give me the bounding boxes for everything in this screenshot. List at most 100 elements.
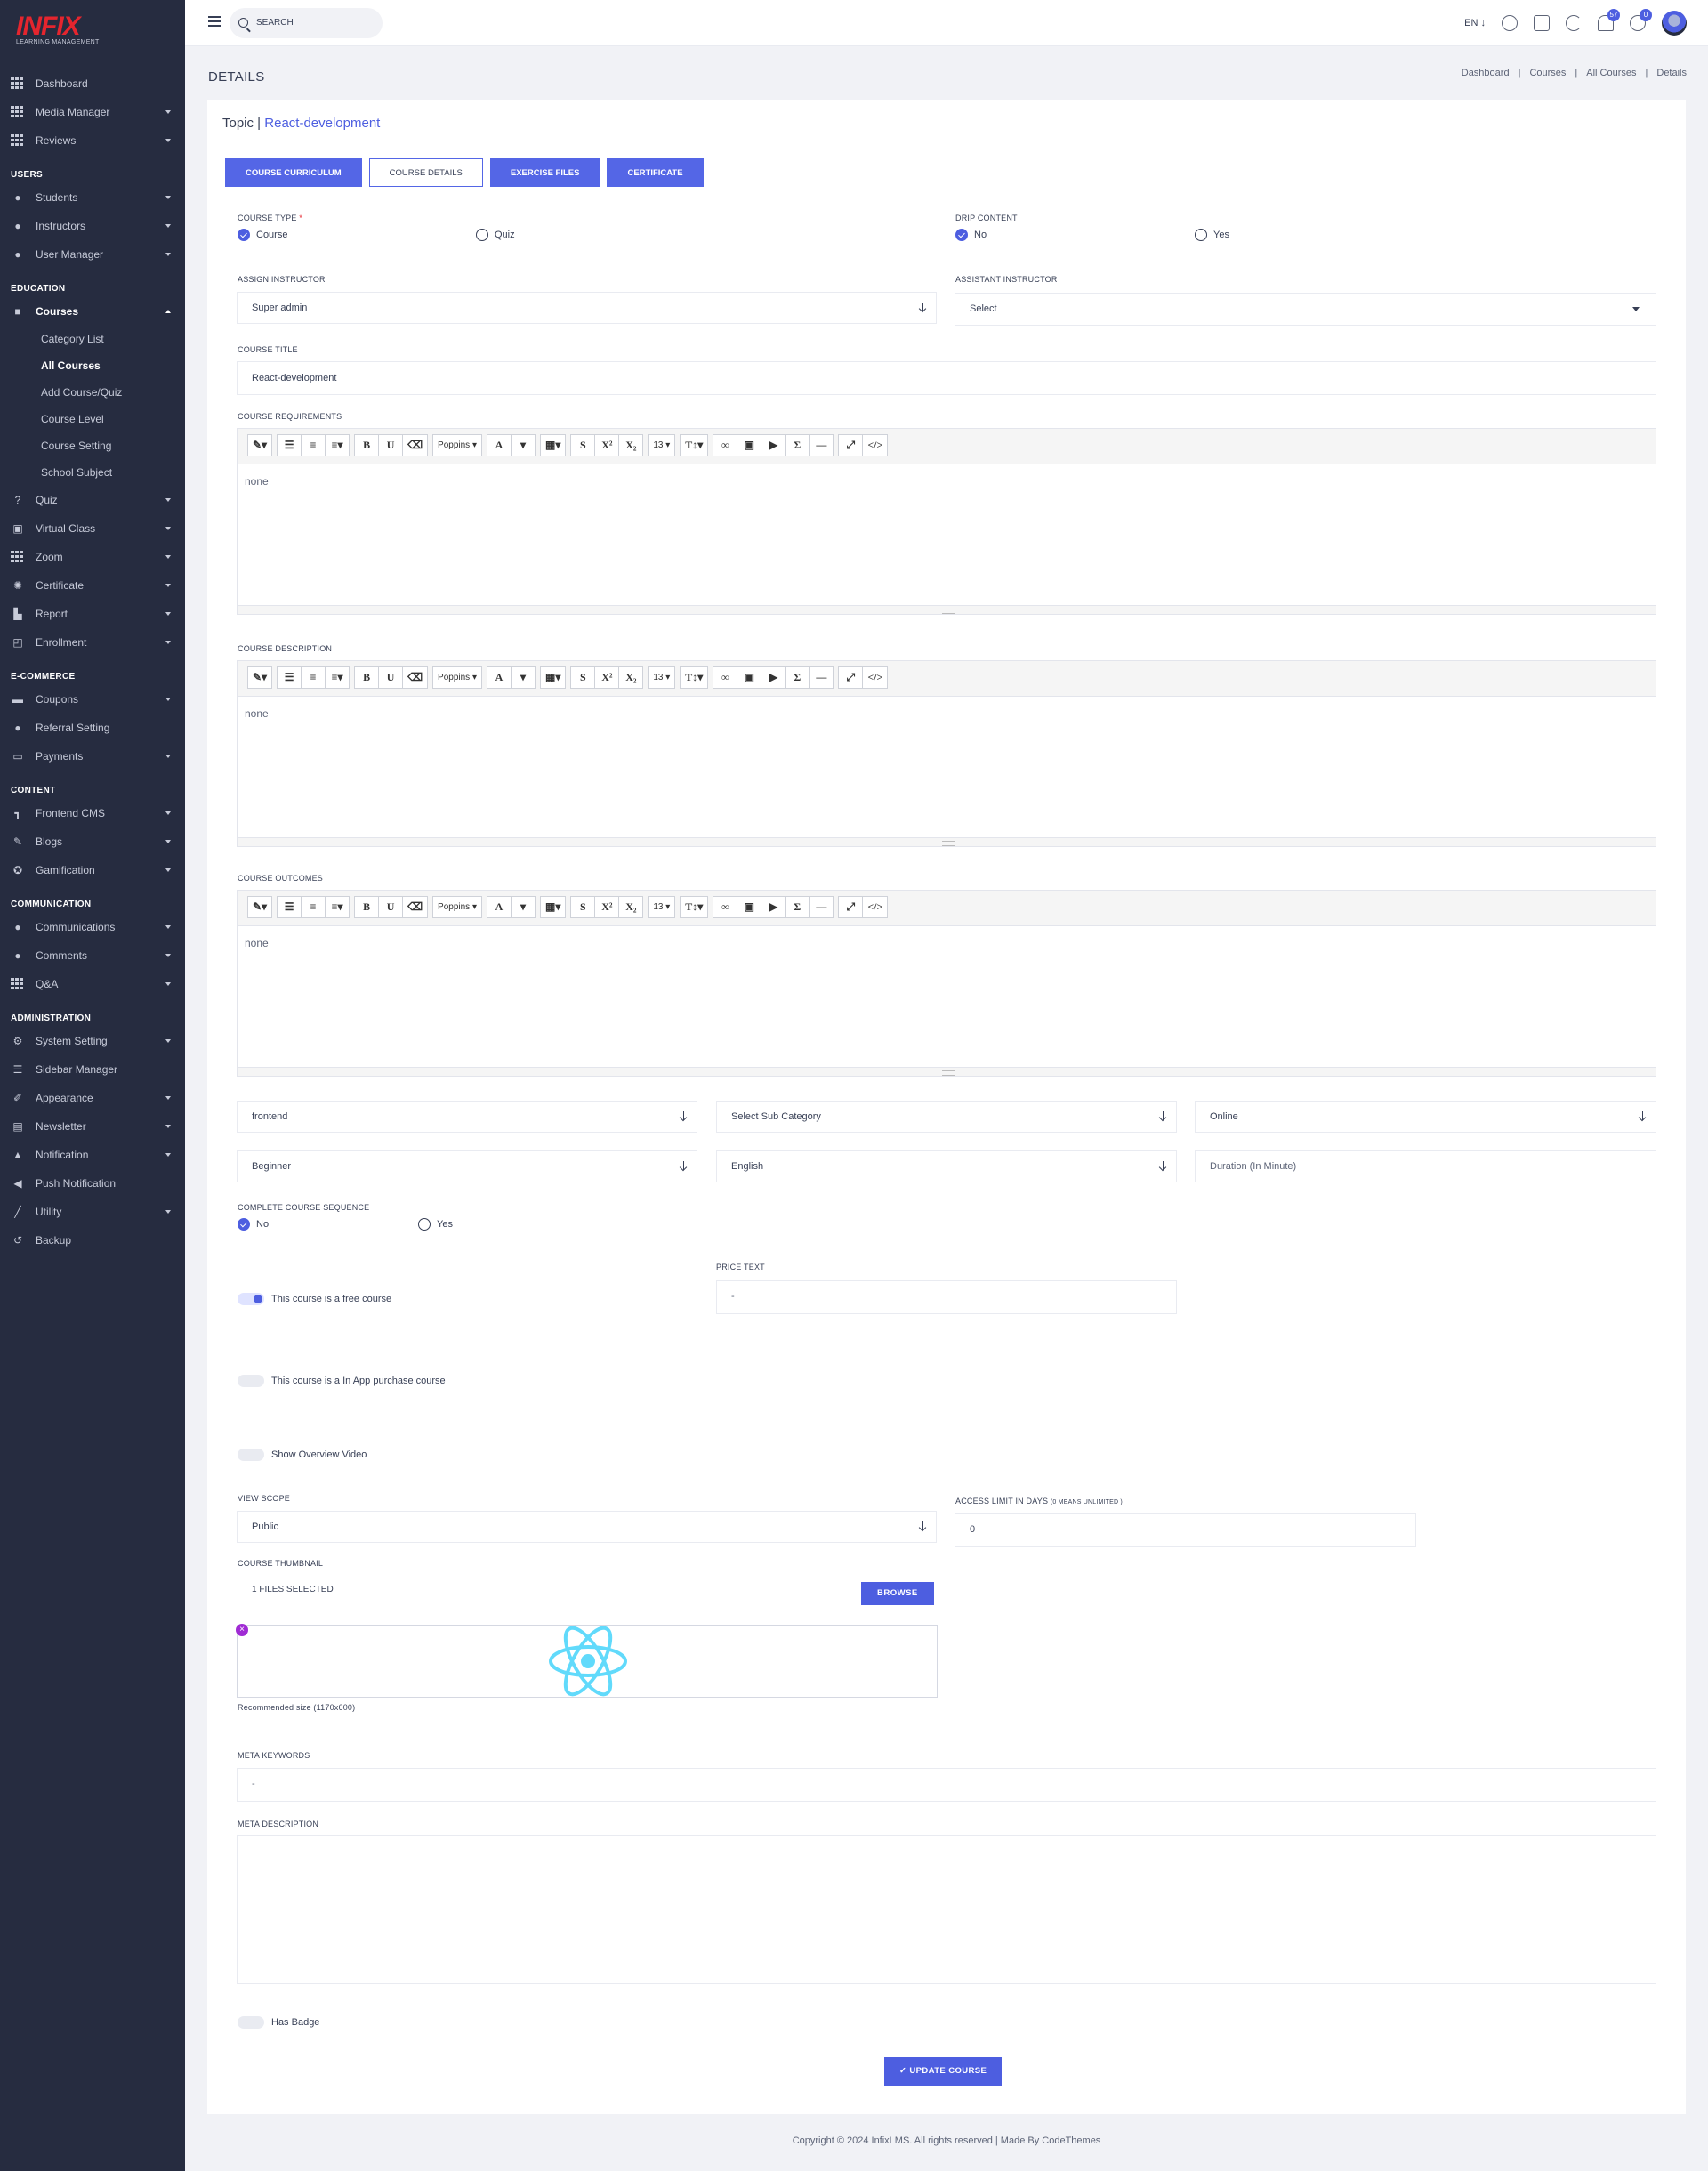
search-input[interactable]: SEARCH <box>230 8 383 38</box>
hr-icon[interactable]: — <box>809 434 834 456</box>
math-icon[interactable]: Σ <box>785 896 810 918</box>
sidebar-item-system-setting[interactable]: ⚙ System Setting <box>0 1027 185 1055</box>
math-icon[interactable]: Σ <box>785 666 810 689</box>
resize-handle[interactable] <box>238 837 1656 846</box>
superscript-icon[interactable]: X² <box>594 434 620 456</box>
color-dropdown-icon[interactable]: ▾ <box>510 896 536 918</box>
bold-icon[interactable]: B <box>354 896 380 918</box>
sidebar-item-reviews[interactable]: Reviews <box>0 126 185 155</box>
table-icon[interactable]: ▦▾ <box>539 434 567 456</box>
subscript-icon[interactable]: X₂ <box>618 666 644 689</box>
sidebar-item-comments[interactable]: ● Comments <box>0 941 185 970</box>
align-icon[interactable]: ≡▾ <box>325 434 350 456</box>
code-view-icon[interactable]: </> <box>862 434 889 456</box>
link-icon[interactable]: ∞ <box>713 434 738 456</box>
sidebar-item-user-manager[interactable]: ● User Manager <box>0 240 185 269</box>
unordered-list-icon[interactable]: ☰ <box>277 434 302 456</box>
course-type-course-radio[interactable]: Course <box>238 229 287 241</box>
message-icon[interactable]: 0 <box>1630 9 1652 31</box>
sidebar-item-sidebar-manager[interactable]: ☰ Sidebar Manager <box>0 1055 185 1084</box>
font-size-select[interactable]: 13 ▾ <box>648 896 676 918</box>
sidebar-item-qa[interactable]: Q&A <box>0 970 185 998</box>
moon-icon[interactable] <box>1566 15 1582 31</box>
link-icon[interactable]: ∞ <box>713 896 738 918</box>
sidebar-sub-course-level[interactable]: Course Level <box>0 406 185 432</box>
sidebar-item-courses[interactable]: ■ Courses <box>0 297 185 326</box>
sidebar-item-communications[interactable]: ● Communications <box>0 913 185 941</box>
update-course-button[interactable]: ✓ UPDATE COURSE <box>884 2057 1003 2086</box>
breadcrumb-dashboard[interactable]: Dashboard <box>1462 68 1510 78</box>
sidebar-item-gamification[interactable]: ✪ Gamification <box>0 856 185 884</box>
description-editor[interactable]: ✎▾ ☰ ≡ ≡▾ B U ⌫ Poppins ▾ A ▾ ▦▾ S X² X₂ 13 ▾ T↕▾ ∞ ▣ ▶ Σ — ⤢… <box>237 660 1656 847</box>
align-icon[interactable]: ≡▾ <box>325 896 350 918</box>
bold-icon[interactable]: B <box>354 666 380 689</box>
globe-icon[interactable] <box>1502 15 1518 31</box>
font-color-icon[interactable]: A <box>486 666 512 689</box>
video-icon[interactable]: ▶ <box>761 666 786 689</box>
image-icon[interactable]: ▣ <box>737 666 762 689</box>
resize-handle[interactable] <box>238 605 1656 614</box>
sidebar-sub-category-list[interactable]: Category List <box>0 326 185 352</box>
sidebar-item-frontend-cms[interactable]: ┓ Frontend CMS <box>0 799 185 827</box>
sidebar-sub-add-course[interactable]: Add Course/Quiz <box>0 379 185 406</box>
fullscreen-icon[interactable]: ⤢ <box>838 434 864 456</box>
assistant-instructor-select[interactable]: Select <box>955 293 1656 326</box>
font-family-select[interactable]: Poppins ▾ <box>432 896 482 918</box>
ordered-list-icon[interactable]: ≡ <box>301 434 326 456</box>
font-color-icon[interactable]: A <box>486 896 512 918</box>
ordered-list-icon[interactable]: ≡ <box>301 896 326 918</box>
link-icon[interactable]: ∞ <box>713 666 738 689</box>
unordered-list-icon[interactable]: ☰ <box>277 896 302 918</box>
font-size-select[interactable]: 13 ▾ <box>648 434 676 456</box>
font-size-select[interactable]: 13 ▾ <box>648 666 676 689</box>
sidebar-item-report[interactable]: ▙ Report <box>0 600 185 628</box>
breadcrumb-courses[interactable]: Courses <box>1529 68 1566 78</box>
subscript-icon[interactable]: X₂ <box>618 896 644 918</box>
editor-body[interactable]: none <box>238 697 1656 837</box>
sidebar-sub-course-setting[interactable]: Course Setting <box>0 432 185 459</box>
sidebar-item-dashboard[interactable]: Dashboard <box>0 69 185 98</box>
color-dropdown-icon[interactable]: ▾ <box>510 666 536 689</box>
underline-icon[interactable]: U <box>378 666 404 689</box>
table-icon[interactable]: ▦▾ <box>539 666 567 689</box>
sidebar-item-appearance[interactable]: ✐ Appearance <box>0 1084 185 1112</box>
course-type-quiz-radio[interactable]: Quiz <box>476 229 515 241</box>
bell-icon[interactable]: 57 <box>1598 9 1620 31</box>
sidebar-item-students[interactable]: ● Students <box>0 183 185 212</box>
overview-video-toggle[interactable]: Show Overview Video <box>238 1449 367 1461</box>
outcomes-editor[interactable]: ✎▾ ☰ ≡ ≡▾ B U ⌫ Poppins ▾ A ▾ ▦▾ S X² X₂ 13 ▾ T↕▾ ∞ ▣ ▶ Σ — ⤢… <box>237 890 1656 1077</box>
category-select[interactable]: frontend <box>237 1101 697 1133</box>
avatar[interactable] <box>1662 11 1687 36</box>
strikethrough-icon[interactable]: S <box>570 434 596 456</box>
color-dropdown-icon[interactable]: ▾ <box>510 434 536 456</box>
video-icon[interactable]: ▶ <box>761 896 786 918</box>
eraser-icon[interactable]: ⌫ <box>402 666 429 689</box>
price-text-input[interactable]: - <box>716 1280 1177 1314</box>
sidebar-item-blogs[interactable]: ✎ Blogs <box>0 827 185 856</box>
image-icon[interactable]: ▣ <box>737 896 762 918</box>
sidebar-sub-all-courses[interactable]: All Courses <box>0 352 185 379</box>
eraser-icon[interactable]: ⌫ <box>402 434 429 456</box>
font-family-select[interactable]: Poppins ▾ <box>432 666 482 689</box>
underline-icon[interactable]: U <box>378 896 404 918</box>
code-view-icon[interactable]: </> <box>862 896 889 918</box>
sidebar-item-quiz[interactable]: ? Quiz <box>0 486 185 514</box>
sidebar-item-virtual-class[interactable]: ▣ Virtual Class <box>0 514 185 543</box>
tab-exercise-files[interactable]: EXERCISE FILES <box>489 158 600 187</box>
sidebar-item-push-notification[interactable]: ◀ Push Notification <box>0 1169 185 1198</box>
sidebar-item-utility[interactable]: ╱ Utility <box>0 1198 185 1226</box>
tab-course-details[interactable]: COURSE DETAILS <box>368 158 483 187</box>
sidebar-item-backup[interactable]: ↺ Backup <box>0 1226 185 1255</box>
thumbnail-file-input[interactable]: 1 FILES SELECTED <box>237 1576 937 1604</box>
superscript-icon[interactable]: X² <box>594 666 620 689</box>
inapp-course-toggle[interactable]: This course is a In App purchase course <box>238 1375 446 1387</box>
meta-description-textarea[interactable] <box>237 1835 1656 1984</box>
font-color-icon[interactable]: A <box>486 434 512 456</box>
sidebar-item-notification[interactable]: ▲ Notification <box>0 1141 185 1169</box>
sidebar-item-payments[interactable]: ▭ Payments <box>0 742 185 771</box>
font-family-select[interactable]: Poppins ▾ <box>432 434 482 456</box>
language-selector[interactable]: EN ↓ <box>1464 18 1486 28</box>
layout-icon[interactable] <box>1534 15 1550 31</box>
requirements-editor[interactable]: ✎▾ ☰ ≡ ≡▾ B U ⌫ Poppins ▾ A ▾ ▦▾ S X² X₂ 13 ▾ T↕▾ ∞ ▣ ▶ Σ — ⤢… <box>237 428 1656 615</box>
has-badge-toggle[interactable]: Has Badge <box>238 2016 319 2029</box>
